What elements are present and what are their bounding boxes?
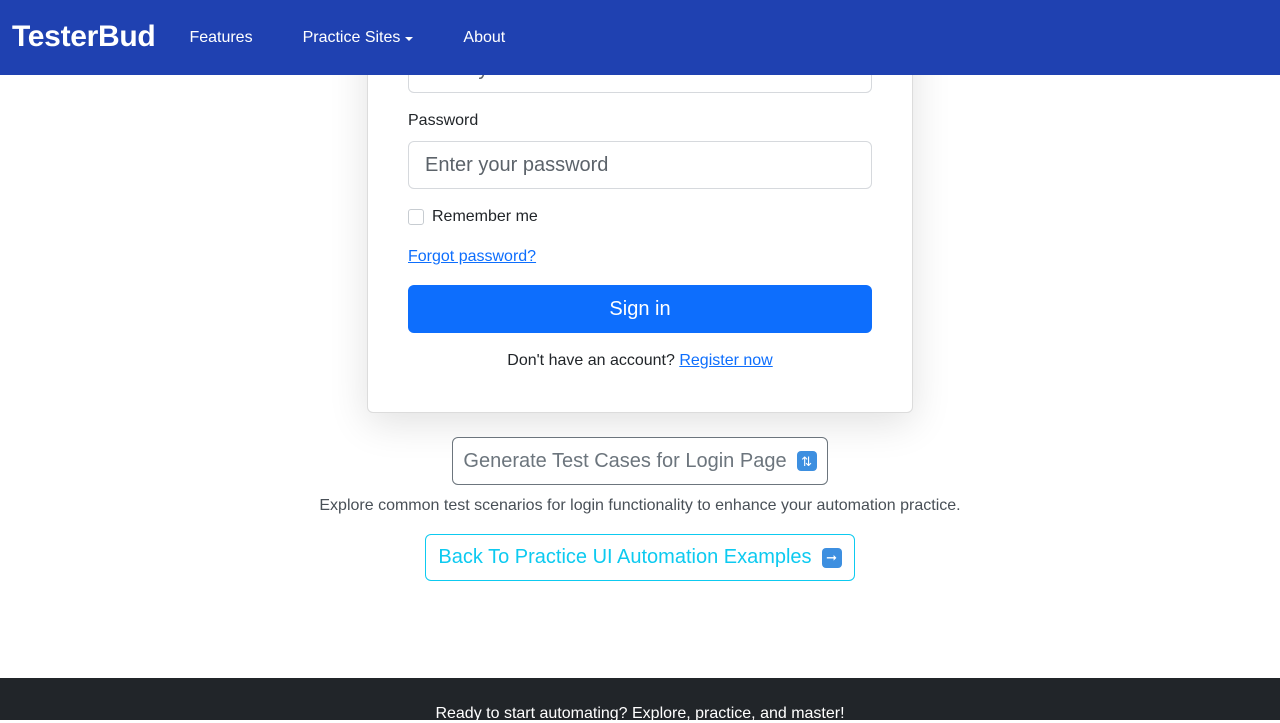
explore-description: Explore common test scenarios for login … bbox=[319, 497, 961, 514]
page-footer: Ready to start automating? Explore, prac… bbox=[0, 678, 1280, 722]
register-prompt: Don't have an account? Register now bbox=[367, 352, 913, 370]
password-label: Password bbox=[408, 112, 479, 129]
nav-practice-sites-dropdown[interactable]: Practice Sites bbox=[303, 29, 414, 47]
brand-logo[interactable]: TesterBud bbox=[12, 20, 156, 54]
back-to-examples-button[interactable]: Back To Practice UI Automation Examples … bbox=[425, 534, 855, 581]
nav-features[interactable]: Features bbox=[189, 29, 252, 47]
footer-tagline: Ready to start automating? Explore, prac… bbox=[435, 705, 845, 722]
nav-about-label: About bbox=[463, 28, 506, 46]
nav-features-label: Features bbox=[189, 28, 253, 46]
right-arrow-emoji-icon: ➞ bbox=[821, 547, 842, 568]
register-now-link[interactable]: Register now bbox=[679, 352, 772, 369]
forgot-password-link[interactable]: Forgot password? bbox=[408, 248, 536, 266]
back-to-examples-label: Back To Practice UI Automation Examples bbox=[438, 546, 812, 568]
nav-about[interactable]: About bbox=[463, 29, 505, 47]
register-prompt-text: Don't have an account? bbox=[507, 352, 675, 369]
repeat-emoji-icon: ⇅ bbox=[796, 451, 817, 471]
nav-practice-sites-label: Practice Sites bbox=[302, 28, 401, 46]
remember-me-checkbox[interactable] bbox=[408, 209, 424, 225]
password-input[interactable] bbox=[408, 141, 872, 189]
sign-in-button[interactable]: Sign in bbox=[408, 285, 872, 333]
top-navbar: TesterBud Features Practice Sites About bbox=[0, 0, 1280, 75]
generate-test-cases-label: Generate Test Cases for Login Page bbox=[463, 449, 787, 472]
generate-test-cases-button[interactable]: Generate Test Cases for Login Page ⇅ bbox=[452, 437, 828, 485]
chevron-down-icon bbox=[405, 36, 414, 41]
remember-me-label[interactable]: Remember me bbox=[432, 208, 538, 226]
